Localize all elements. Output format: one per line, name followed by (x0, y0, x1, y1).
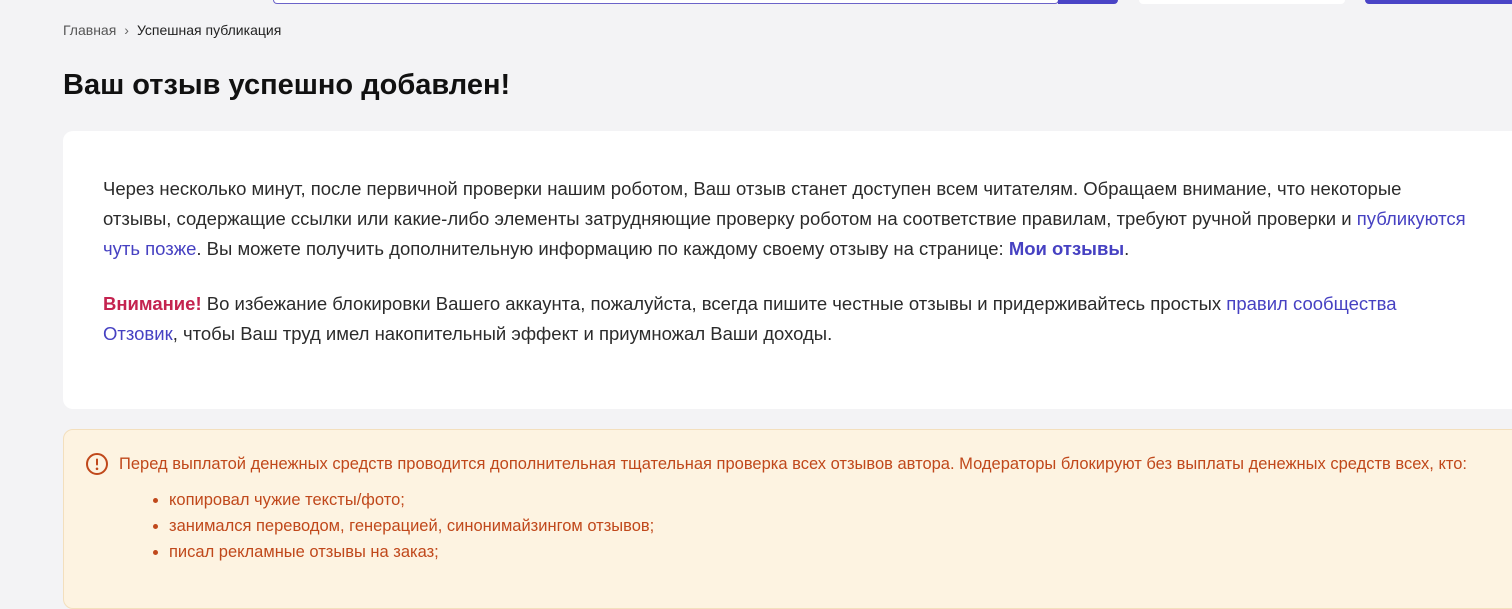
payout-notice: Перед выплатой денежных средств проводит… (63, 429, 1512, 609)
breadcrumb-separator: › (124, 22, 129, 38)
warning-paragraph: Внимание! Во избежание блокировки Вашего… (103, 289, 1468, 349)
info-text: Через несколько минут, после первичной п… (103, 178, 1402, 229)
info-text: . Вы можете получить дополнительную инфо… (196, 238, 1009, 259)
list-item: занимался переводом, генерацией, синоним… (169, 513, 1492, 539)
info-text: . (1124, 238, 1130, 259)
page-title: Ваш отзыв успешно добавлен! (63, 69, 511, 101)
warning-text: , чтобы Ваш труд имел накопительный эффе… (172, 323, 833, 344)
notice-list: копировал чужие тексты/фото; занимался п… (119, 487, 1492, 565)
header-control[interactable] (1139, 0, 1345, 4)
search-input[interactable] (273, 0, 1059, 4)
search-button[interactable] (1058, 0, 1118, 4)
info-paragraph: Через несколько минут, после первичной п… (103, 174, 1468, 264)
breadcrumb: Главная › Успешная публикация (63, 21, 281, 39)
list-item: копировал чужие тексты/фото; (169, 487, 1492, 513)
list-item: писал рекламные отзывы на заказ; (169, 539, 1492, 565)
notice-text: Перед выплатой денежных средств проводит… (119, 455, 1467, 473)
exclamation-circle-icon (86, 453, 108, 475)
success-info-card: Через несколько минут, после первичной п… (63, 131, 1512, 409)
my-reviews-link[interactable]: Мои отзывы (1009, 238, 1124, 259)
warning-text: Во избежание блокировки Вашего аккаунта,… (201, 293, 1227, 314)
breadcrumb-current: Успешная публикация (136, 22, 282, 38)
warning-label: Внимание! (103, 293, 202, 314)
header-action-button[interactable] (1365, 0, 1512, 4)
breadcrumb-home-link[interactable]: Главная (63, 21, 116, 39)
